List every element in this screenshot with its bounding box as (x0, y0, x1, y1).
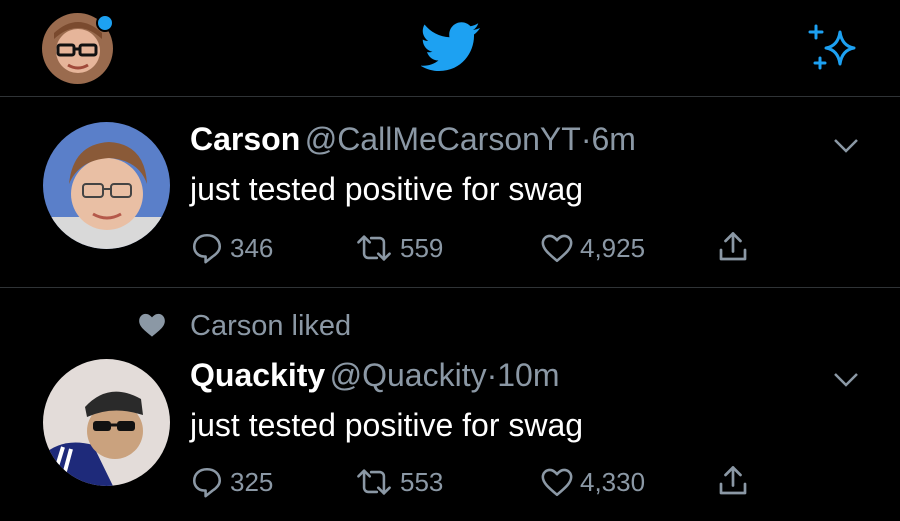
retweet-count: 559 (400, 232, 444, 263)
user-handle[interactable]: @CallMeCarsonYT (305, 121, 581, 157)
heart-icon (540, 465, 574, 499)
reply-button[interactable]: 325 (190, 465, 273, 499)
chevron-down-icon[interactable] (833, 372, 859, 393)
reply-button[interactable]: 346 (190, 231, 273, 265)
avatar[interactable] (43, 359, 170, 486)
notification-dot (96, 14, 114, 32)
twitter-bird-icon[interactable] (420, 22, 481, 72)
like-button[interactable]: 4,925 (540, 231, 645, 265)
retweet-count: 553 (400, 466, 444, 497)
display-name[interactable]: Carson (190, 121, 300, 157)
share-icon (715, 229, 751, 265)
separator-dot: · (486, 357, 498, 393)
reply-icon (190, 231, 224, 265)
social-context[interactable]: Carson liked (190, 310, 351, 343)
like-button[interactable]: 4,330 (540, 465, 645, 499)
share-button[interactable] (715, 463, 751, 499)
tweet-text: just tested positive for swag (190, 407, 584, 443)
reply-count: 325 (230, 466, 274, 497)
top-bar (0, 0, 900, 97)
timestamp[interactable]: 6m (591, 121, 635, 157)
tweet-text: just tested positive for swag (190, 171, 584, 207)
share-icon (715, 463, 751, 499)
timestamp[interactable]: 10m (497, 357, 559, 393)
tweet[interactable]: Carson @CallMeCarsonYT·6m just tested po… (0, 97, 900, 288)
reply-count: 346 (230, 232, 274, 263)
chevron-down-icon[interactable] (833, 138, 859, 159)
display-name[interactable]: Quackity (190, 357, 325, 393)
user-handle[interactable]: @Quackity (330, 357, 487, 393)
tweet-header: Quackity @Quackity·10m (190, 357, 560, 394)
sparkle-icon[interactable] (806, 24, 858, 72)
like-count: 4,330 (580, 466, 646, 497)
retweet-icon (354, 465, 394, 499)
reply-icon (190, 465, 224, 499)
share-button[interactable] (715, 229, 751, 265)
tweet-header: Carson @CallMeCarsonYT·6m (190, 121, 636, 158)
tweet[interactable]: Carson liked Quackity @Quackity·10m just… (0, 288, 900, 521)
heart-filled-icon (138, 312, 166, 343)
retweet-icon (354, 231, 394, 265)
separator-dot: · (580, 121, 592, 157)
heart-icon (540, 231, 574, 265)
retweet-button[interactable]: 553 (354, 465, 443, 499)
avatar[interactable] (43, 122, 170, 249)
retweet-button[interactable]: 559 (354, 231, 443, 265)
like-count: 4,925 (580, 232, 646, 263)
